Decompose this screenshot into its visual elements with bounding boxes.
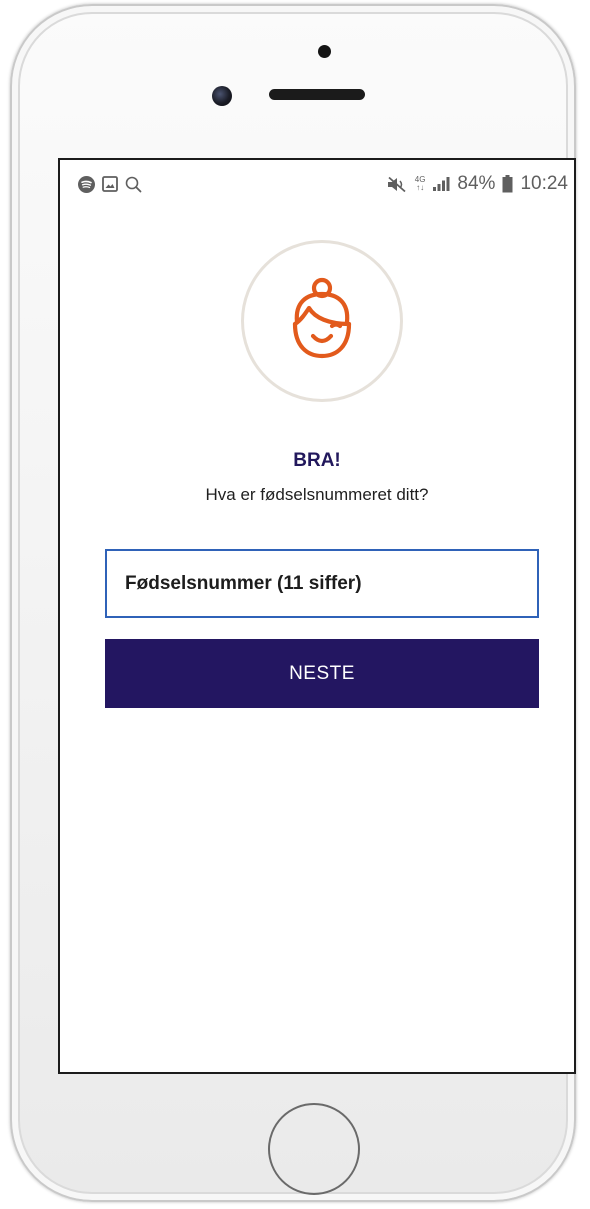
phone-frame: 4G ↑↓ 84% 10:24 BRA! Hva er fødselsnumme…	[10, 4, 576, 1202]
ssn-input[interactable]	[105, 549, 539, 618]
signal-icon	[432, 176, 450, 192]
front-camera	[212, 86, 232, 106]
app-screen: 4G ↑↓ 84% 10:24 BRA! Hva er fødselsnumme…	[58, 158, 576, 1074]
baby-face-icon	[277, 274, 367, 369]
status-left-icons	[78, 175, 142, 193]
home-button[interactable]	[268, 1103, 360, 1195]
proximity-sensor	[318, 45, 331, 58]
page-title: BRA!	[293, 450, 341, 471]
earpiece-speaker	[269, 89, 365, 100]
data-arrows-icon: ↑↓	[416, 183, 425, 192]
mute-icon	[386, 176, 408, 193]
page-subtitle: Hva er fødselsnummeret ditt?	[205, 485, 429, 504]
status-bar: 4G ↑↓ 84% 10:24	[60, 160, 574, 208]
search-icon	[125, 176, 142, 193]
battery-icon	[502, 175, 513, 193]
status-time: 10:24	[520, 173, 568, 194]
next-button[interactable]: NESTE	[105, 639, 539, 708]
battery-percentage: 84%	[457, 173, 496, 194]
avatar-circle	[241, 240, 403, 402]
status-right-icons: 4G ↑↓ 84% 10:24	[386, 173, 568, 195]
spotify-icon	[78, 175, 95, 193]
image-icon	[102, 176, 118, 192]
lte-icon: 4G ↑↓	[415, 176, 426, 192]
